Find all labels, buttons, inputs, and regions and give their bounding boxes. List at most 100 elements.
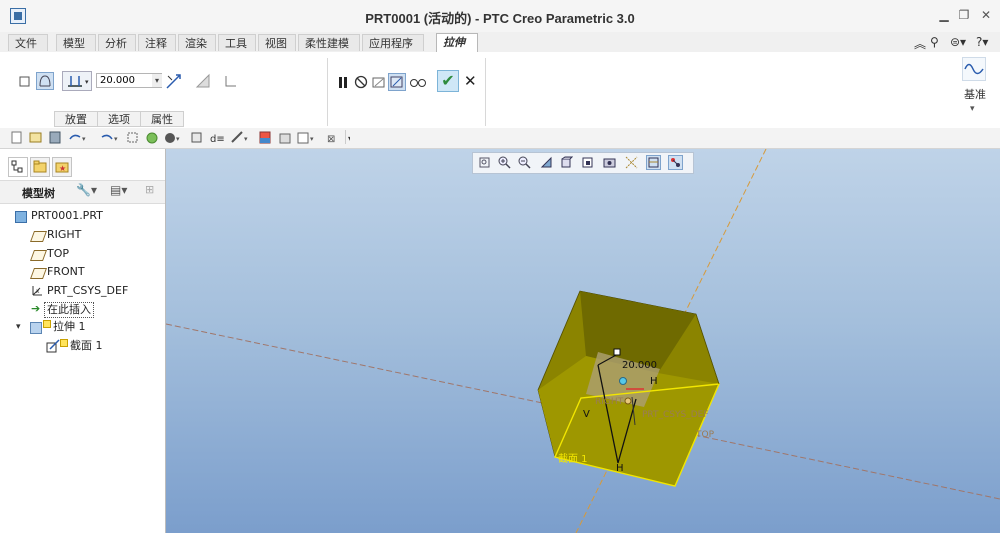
zoom-in-icon[interactable] bbox=[497, 155, 512, 170]
tree-item-part[interactable]: PRT0001.PRT bbox=[0, 207, 165, 225]
tab-placement[interactable]: 放置 bbox=[54, 111, 98, 127]
collapse-ribbon-icon[interactable]: ︽ bbox=[914, 35, 926, 52]
tab-extrude[interactable]: 拉伸 bbox=[436, 33, 478, 53]
tab-analysis[interactable]: 分析 bbox=[98, 34, 136, 51]
tab-annotate[interactable]: 注释 bbox=[138, 34, 176, 51]
favorites-icon: ★ bbox=[55, 162, 69, 173]
center-handle[interactable] bbox=[624, 397, 632, 405]
no-preview-button[interactable] bbox=[352, 73, 370, 91]
depth-dropdown-arrow[interactable]: ▾ bbox=[152, 74, 162, 87]
cancel-x-button[interactable]: ✕ bbox=[464, 72, 477, 90]
svg-text:d≡: d≡ bbox=[210, 134, 225, 145]
tree-item-extrude-1[interactable]: ▾ 拉伸 1 bbox=[0, 318, 165, 336]
extrude-surface-button[interactable] bbox=[36, 72, 54, 90]
geometry-preview-button[interactable] bbox=[370, 73, 388, 91]
tree-item-insert-here[interactable]: ➔ 在此插入 bbox=[0, 300, 165, 318]
csys-origin bbox=[619, 377, 627, 385]
solid-icon bbox=[19, 76, 30, 87]
depth-dimension-label[interactable]: 20.000 bbox=[622, 360, 657, 371]
h-constraint-label-2: H bbox=[616, 463, 624, 474]
thicken-sketch-button[interactable] bbox=[222, 72, 240, 90]
ribbon-separator bbox=[327, 58, 328, 126]
tab-favorites[interactable]: ★ bbox=[52, 157, 72, 177]
datum-display-filters-icon[interactable] bbox=[646, 155, 661, 170]
tab-view[interactable]: 视图 bbox=[258, 34, 296, 51]
tree-item-section-1[interactable]: 截面 1 bbox=[0, 337, 165, 355]
tab-properties[interactable]: 属性 bbox=[140, 111, 184, 127]
h-constraint-label: H bbox=[650, 376, 658, 387]
extrude-solid-button[interactable] bbox=[16, 72, 34, 90]
surface-icon bbox=[39, 75, 51, 87]
tab-options[interactable]: 选项 bbox=[97, 111, 141, 127]
tree-settings-icon[interactable]: 🔧▾ bbox=[76, 183, 97, 197]
depth-option-dropdown[interactable]: ▾ bbox=[62, 71, 92, 91]
settings-icon[interactable]: ⊜▾ bbox=[950, 35, 966, 49]
help-icon[interactable]: ?▾ bbox=[976, 35, 988, 49]
tab-applications[interactable]: 应用程序 bbox=[362, 34, 424, 51]
v-constraint-label: V bbox=[583, 409, 590, 420]
part-icon bbox=[15, 211, 27, 223]
datum-button[interactable] bbox=[962, 57, 986, 81]
tab-model-tree[interactable] bbox=[8, 157, 28, 177]
search-icon[interactable]: ⚲ bbox=[930, 35, 939, 49]
tree-item-top-plane[interactable]: TOP bbox=[0, 245, 165, 263]
tree-item-front-plane[interactable]: FRONT bbox=[0, 263, 165, 281]
minimize-icon[interactable]: ▁ bbox=[938, 9, 950, 21]
feature-preview-button[interactable] bbox=[388, 73, 406, 91]
right-plane-label: RIGHT bbox=[595, 397, 624, 407]
tree-item-label: RIGHT bbox=[47, 228, 82, 241]
depth-drag-handle[interactable] bbox=[613, 348, 621, 356]
tab-flexible-modeling[interactable]: 柔性建模 bbox=[298, 34, 360, 51]
perspective-view-icon[interactable] bbox=[624, 155, 639, 170]
top-plane-label: TOP bbox=[695, 430, 715, 440]
datum-curve-icon bbox=[964, 63, 984, 75]
remove-material-button[interactable] bbox=[194, 72, 212, 90]
tree-item-label: PRT_CSYS_DEF bbox=[47, 284, 129, 297]
tab-render[interactable]: 渲染 bbox=[178, 34, 216, 51]
csys-icon: x bbox=[32, 286, 42, 296]
flip-direction-icon bbox=[166, 74, 181, 89]
file-menu-button[interactable]: 文件 ▾ bbox=[8, 34, 48, 67]
tab-tools[interactable]: 工具 bbox=[218, 34, 256, 51]
datum-plane-icon bbox=[29, 268, 48, 279]
svg-text:▾: ▾ bbox=[310, 135, 314, 143]
model-tree-icon bbox=[11, 160, 23, 173]
glasses-icon bbox=[410, 79, 426, 87]
svg-text:▾: ▾ bbox=[244, 135, 248, 143]
tree-item-csys[interactable]: x PRT_CSYS_DEF bbox=[0, 282, 165, 300]
tree-item-label: FRONT bbox=[47, 265, 85, 278]
display-style-icon[interactable] bbox=[559, 155, 574, 170]
tab-model[interactable]: 模型 bbox=[56, 34, 96, 51]
zoom-out-icon[interactable] bbox=[517, 155, 532, 170]
repaint-icon[interactable] bbox=[539, 155, 554, 170]
extrude-feature-icon bbox=[30, 322, 42, 334]
restore-icon[interactable]: ❐ bbox=[958, 9, 970, 21]
feature-preview-icon bbox=[390, 76, 403, 88]
tab-folder-browser[interactable] bbox=[30, 157, 50, 177]
quick-access-icons: ▾ ▾ ▾ d≡ ▾ ▾ ⊠ ▾ bbox=[11, 131, 350, 145]
verify-mode-button[interactable] bbox=[408, 73, 426, 91]
close-icon[interactable]: ✕ bbox=[980, 9, 992, 21]
annotation-display-icon[interactable] bbox=[668, 155, 683, 170]
datum-plane-icon bbox=[29, 250, 48, 261]
svg-text:★: ★ bbox=[59, 164, 66, 173]
tree-item-label: TOP bbox=[47, 247, 70, 260]
file-menu-label: 文件 bbox=[15, 37, 37, 50]
tree-item-right-plane[interactable]: RIGHT bbox=[0, 226, 165, 244]
window-title: PRT0001 (活动的) - PTC Creo Parametric 3.0 bbox=[365, 11, 635, 26]
ok-checkmark-button[interactable]: ✔ bbox=[437, 70, 459, 92]
datum-expand-icon[interactable]: ▾ bbox=[970, 104, 975, 114]
tree-columns-icon[interactable]: ▤▾ bbox=[110, 183, 127, 197]
refit-icon[interactable] bbox=[477, 155, 492, 170]
saved-orientations-icon[interactable] bbox=[580, 155, 595, 170]
tree-filter-icon[interactable]: ⊞ bbox=[145, 183, 154, 196]
tree-item-label: 在此插入 bbox=[44, 302, 94, 318]
pause-icon bbox=[339, 77, 347, 88]
datum-plane-icon bbox=[29, 231, 48, 242]
svg-text:x: x bbox=[36, 288, 40, 295]
graphics-window[interactable]: 20.000 H V H RIGHT PRT_CSYS_DEF TOP 截面 1 bbox=[166, 149, 1000, 533]
pause-button[interactable] bbox=[334, 73, 352, 91]
view-manager-icon[interactable] bbox=[602, 155, 617, 170]
flip-direction-button[interactable] bbox=[164, 72, 182, 90]
expand-arrow-icon[interactable]: ▾ bbox=[16, 318, 26, 332]
